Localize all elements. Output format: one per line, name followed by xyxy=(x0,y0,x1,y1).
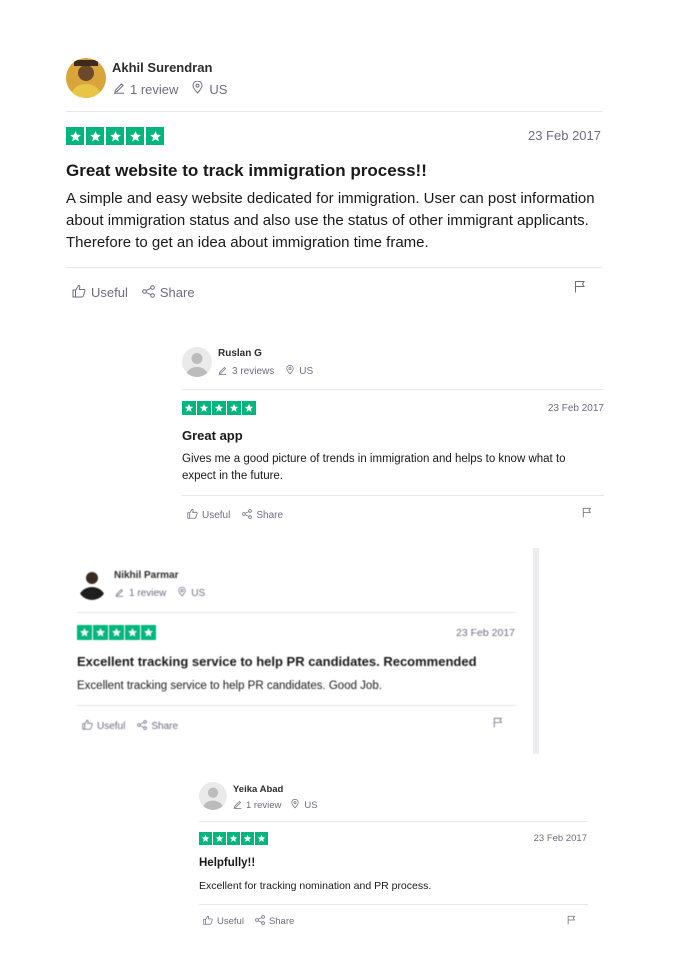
thumbs-up-icon xyxy=(203,915,213,928)
review-card: Yeika Abad 1 review US 23 Feb 2017 Helpf… xyxy=(0,0,696,975)
divider xyxy=(199,821,588,822)
star-icon xyxy=(199,832,212,845)
useful-button[interactable]: Useful xyxy=(203,915,244,928)
star-icon xyxy=(241,832,254,845)
pencil-icon xyxy=(233,800,242,812)
review-date: 23 Feb 2017 xyxy=(533,833,587,844)
star-icon xyxy=(227,832,240,845)
reviewer-meta: 1 review US xyxy=(233,798,318,812)
review-title[interactable]: Helpfully!! xyxy=(199,857,255,869)
location-pin-icon xyxy=(291,798,300,812)
useful-label: Useful xyxy=(217,916,244,927)
avatar[interactable] xyxy=(199,782,227,810)
star-rating xyxy=(199,832,268,845)
reviewer-name[interactable]: Yeika Abad xyxy=(233,784,283,795)
share-label: Share xyxy=(268,916,295,927)
star-icon xyxy=(255,832,268,845)
share-button[interactable]: Share xyxy=(255,915,294,928)
star-icon xyxy=(213,832,226,845)
review-body: Excellent for tracking nomination and PR… xyxy=(199,880,432,892)
review-count: 1 review xyxy=(246,800,282,811)
flag-icon[interactable] xyxy=(567,912,576,930)
reviewer-country: US xyxy=(304,800,318,811)
share-icon xyxy=(255,915,265,928)
divider xyxy=(199,904,588,905)
review-actions: Useful Share xyxy=(203,915,294,928)
